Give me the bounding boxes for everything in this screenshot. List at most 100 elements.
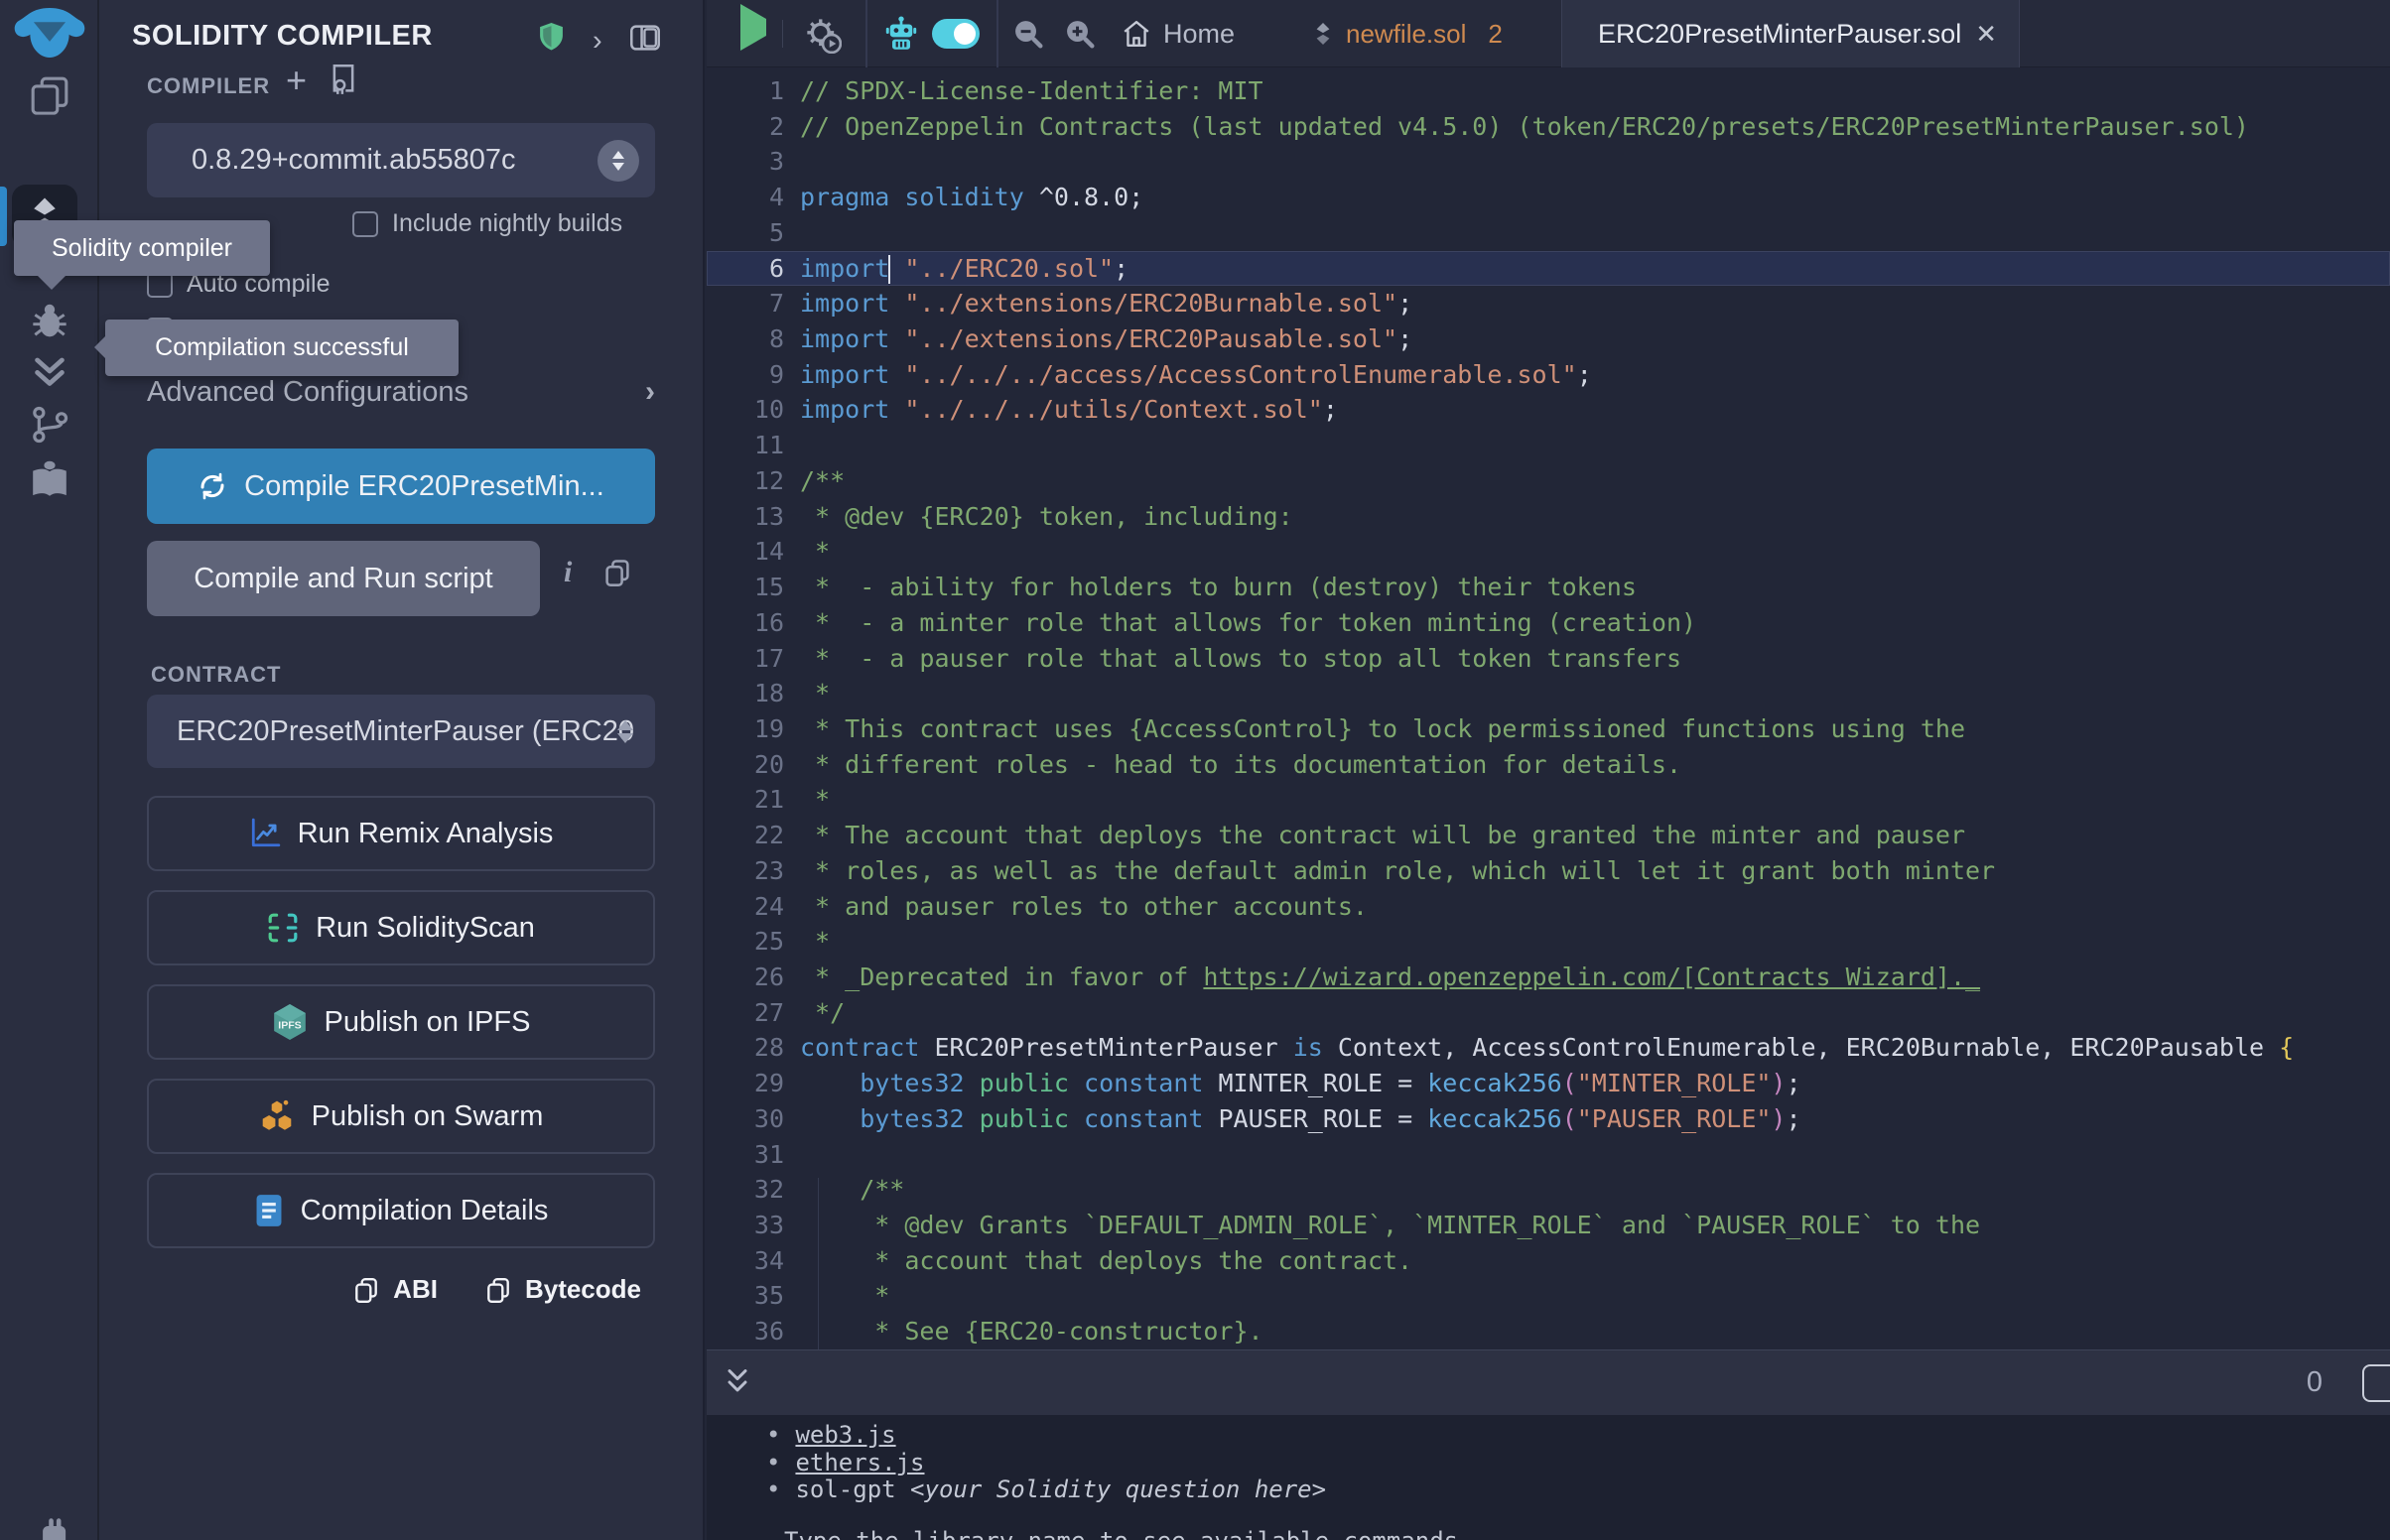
terminal-link[interactable]: ethers.js — [795, 1449, 924, 1476]
contract-spinner-icon — [617, 718, 633, 745]
code-line-6: 6import "../ERC20.sol"; — [707, 251, 2390, 287]
contract-select[interactable]: ERC20PresetMinterPauser (ERC20 — [147, 695, 655, 768]
compile-and-run-button[interactable]: Compile and Run script — [147, 541, 540, 616]
bytecode-button[interactable]: Bytecode — [525, 1274, 641, 1305]
terminal-expand-icon[interactable] — [725, 1366, 750, 1398]
code-line-27: 27 */ — [707, 995, 2390, 1031]
git-icon[interactable] — [0, 405, 99, 445]
remix-logo[interactable] — [0, 8, 99, 58]
code-line-34: 34 * account that deploys the contract. — [707, 1243, 2390, 1279]
panel-collapse-chevron-icon[interactable]: › — [593, 25, 602, 58]
zoom-in-icon[interactable] — [1064, 18, 1096, 50]
code-line-33: 33 * @dev Grants `DEFAULT_ADMIN_ROLE`, `… — [707, 1208, 2390, 1243]
run-solidityscan-label: Run SolidityScan — [316, 912, 535, 945]
compiler-version-select[interactable]: 0.8.29+commit.ab55807c — [147, 123, 655, 197]
tab-home-label: Home — [1163, 19, 1235, 50]
tab-newfile-badge: 2 — [1488, 19, 1502, 50]
compiler-license-icon[interactable] — [330, 64, 357, 95]
recompile-icon — [198, 471, 227, 501]
terminal-link[interactable]: web3.js — [795, 1421, 895, 1449]
copy-script-icon[interactable] — [603, 558, 631, 587]
compilation-details-button[interactable]: Compilation Details — [147, 1173, 655, 1248]
compile-button[interactable]: Compile ERC20PresetMin... — [147, 449, 655, 524]
contract-select-value: ERC20PresetMinterPauser (ERC20 — [177, 715, 634, 748]
code-line-25: 25 * — [707, 924, 2390, 960]
code-line-18: 18 * — [707, 676, 2390, 711]
run-script-icon[interactable] — [740, 19, 766, 37]
info-icon[interactable]: i — [564, 556, 572, 589]
code-line-36: 36 * See {ERC20-constructor}. — [707, 1314, 2390, 1349]
code-line-15: 15 * - ability for holders to burn (dest… — [707, 570, 2390, 605]
zoom-out-icon[interactable] — [1012, 18, 1044, 50]
nightly-builds-checkbox[interactable] — [352, 211, 378, 237]
terminal-bar: 0 — [707, 1349, 2390, 1415]
scan-icon — [267, 912, 299, 944]
publish-swarm-button[interactable]: Publish on Swarm — [147, 1079, 655, 1154]
terminal-list: •web3.js•ethers.js•sol-gpt <your Solidit… — [707, 1415, 2390, 1504]
code-line-1: 1// SPDX-License-Identifier: MIT — [707, 73, 2390, 109]
code-line-17: 17 * - a pauser role that allows to stop… — [707, 641, 2390, 677]
file-explorer-icon[interactable] — [0, 73, 99, 117]
compile-button-label: Compile ERC20PresetMin... — [244, 470, 604, 503]
sidebar-tooltip: Solidity compiler — [14, 220, 270, 276]
ipfs-icon: IPFS — [272, 1003, 308, 1041]
code-line-19: 19 * This contract uses {AccessControl} … — [707, 711, 2390, 747]
compile-and-run-label: Compile and Run script — [194, 563, 492, 595]
learneth-icon[interactable] — [0, 458, 99, 500]
compiler-section-label: COMPILER — [147, 73, 270, 99]
panel-title: SOLIDITY COMPILER — [132, 20, 433, 53]
add-compiler-icon[interactable]: + — [286, 60, 307, 101]
abi-button[interactable]: ABI — [393, 1274, 438, 1305]
plugin-manager-icon[interactable] — [0, 1516, 99, 1540]
code-line-20: 20 * different roles - head to its docum… — [707, 747, 2390, 783]
terminal-content: •web3.js•ethers.js•sol-gpt <your Solidit… — [707, 1415, 2390, 1540]
tab-bar: Home newfile.sol 2 ERC20PresetMinterPaus… — [707, 0, 2390, 67]
tab-newfile[interactable]: newfile.sol 2 — [1302, 0, 1513, 67]
version-spinner-icon[interactable] — [598, 140, 639, 182]
run-remix-analysis-label: Run Remix Analysis — [298, 818, 554, 850]
code-line-9: 9import "../../../access/AccessControlEn… — [707, 357, 2390, 393]
solidity-file-icon — [1312, 22, 1334, 46]
contract-section-label: CONTRACT — [151, 662, 281, 688]
run-config-gear-icon[interactable] — [804, 16, 842, 54]
split-panel-icon[interactable] — [629, 23, 661, 53]
indent-guide — [818, 1178, 819, 1349]
terminal-partial-button[interactable] — [2362, 1364, 2390, 1402]
advanced-chevron-icon: › — [645, 375, 655, 409]
active-plugin-indicator — [0, 187, 7, 246]
run-remix-analysis-button[interactable]: Run Remix Analysis — [147, 796, 655, 871]
code-line-10: 10import "../../../utils/Context.sol"; — [707, 392, 2390, 428]
compiler-version-value: 0.8.29+commit.ab55807c — [192, 144, 515, 177]
advanced-configurations-expander[interactable]: Advanced Configurations › — [147, 375, 655, 409]
tab-erc20presetminterpauser[interactable]: ERC20PresetMinterPauser.sol ✕ — [1561, 0, 2020, 67]
code-line-13: 13 * @dev {ERC20} token, including: — [707, 499, 2390, 535]
compilation-status-tooltip: Compilation successful — [105, 320, 459, 376]
advanced-configurations-label: Advanced Configurations — [147, 376, 468, 409]
code-line-26: 26 * _Deprecated in favor of https://wiz… — [707, 960, 2390, 995]
code-line-8: 8import "../extensions/ERC20Pausable.sol… — [707, 321, 2390, 357]
terminal-listen-count: 0 — [2307, 1366, 2323, 1399]
code-line-24: 24 * and pauser roles to other accounts. — [707, 889, 2390, 925]
code-line-23: 23 * roles, as well as the default admin… — [707, 853, 2390, 889]
close-tab-icon[interactable]: ✕ — [1975, 19, 1997, 50]
code-line-35: 35 * — [707, 1278, 2390, 1314]
terminal-list-item: •sol-gpt <your Solidity question here> — [766, 1476, 2390, 1504]
code-line-32: 32 /** — [707, 1172, 2390, 1208]
plugin-verified-shield-icon — [539, 22, 564, 51]
ai-robot-icon[interactable] — [883, 16, 919, 52]
code-editor[interactable]: 1// SPDX-License-Identifier: MIT2// Open… — [707, 67, 2390, 1349]
tab-newfile-label: newfile.sol — [1346, 19, 1466, 50]
code-line-5: 5 — [707, 215, 2390, 251]
code-line-30: 30 bytes32 public constant PAUSER_ROLE =… — [707, 1101, 2390, 1137]
run-solidityscan-button[interactable]: Run SolidityScan — [147, 890, 655, 965]
code-lines: 1// SPDX-License-Identifier: MIT2// Open… — [707, 73, 2390, 1349]
copy-bytecode-icon[interactable] — [485, 1276, 511, 1304]
code-line-31: 31 — [707, 1137, 2390, 1173]
ai-toggle[interactable] — [932, 19, 980, 49]
code-line-4: 4pragma solidity ^0.8.0; — [707, 180, 2390, 215]
publish-ipfs-button[interactable]: IPFS Publish on IPFS — [147, 984, 655, 1060]
tab-active-label: ERC20PresetMinterPauser.sol — [1598, 19, 1961, 50]
tab-home[interactable]: Home — [1122, 0, 1235, 67]
nightly-builds-row: Include nightly builds — [352, 209, 622, 238]
copy-abi-icon[interactable] — [353, 1276, 379, 1304]
